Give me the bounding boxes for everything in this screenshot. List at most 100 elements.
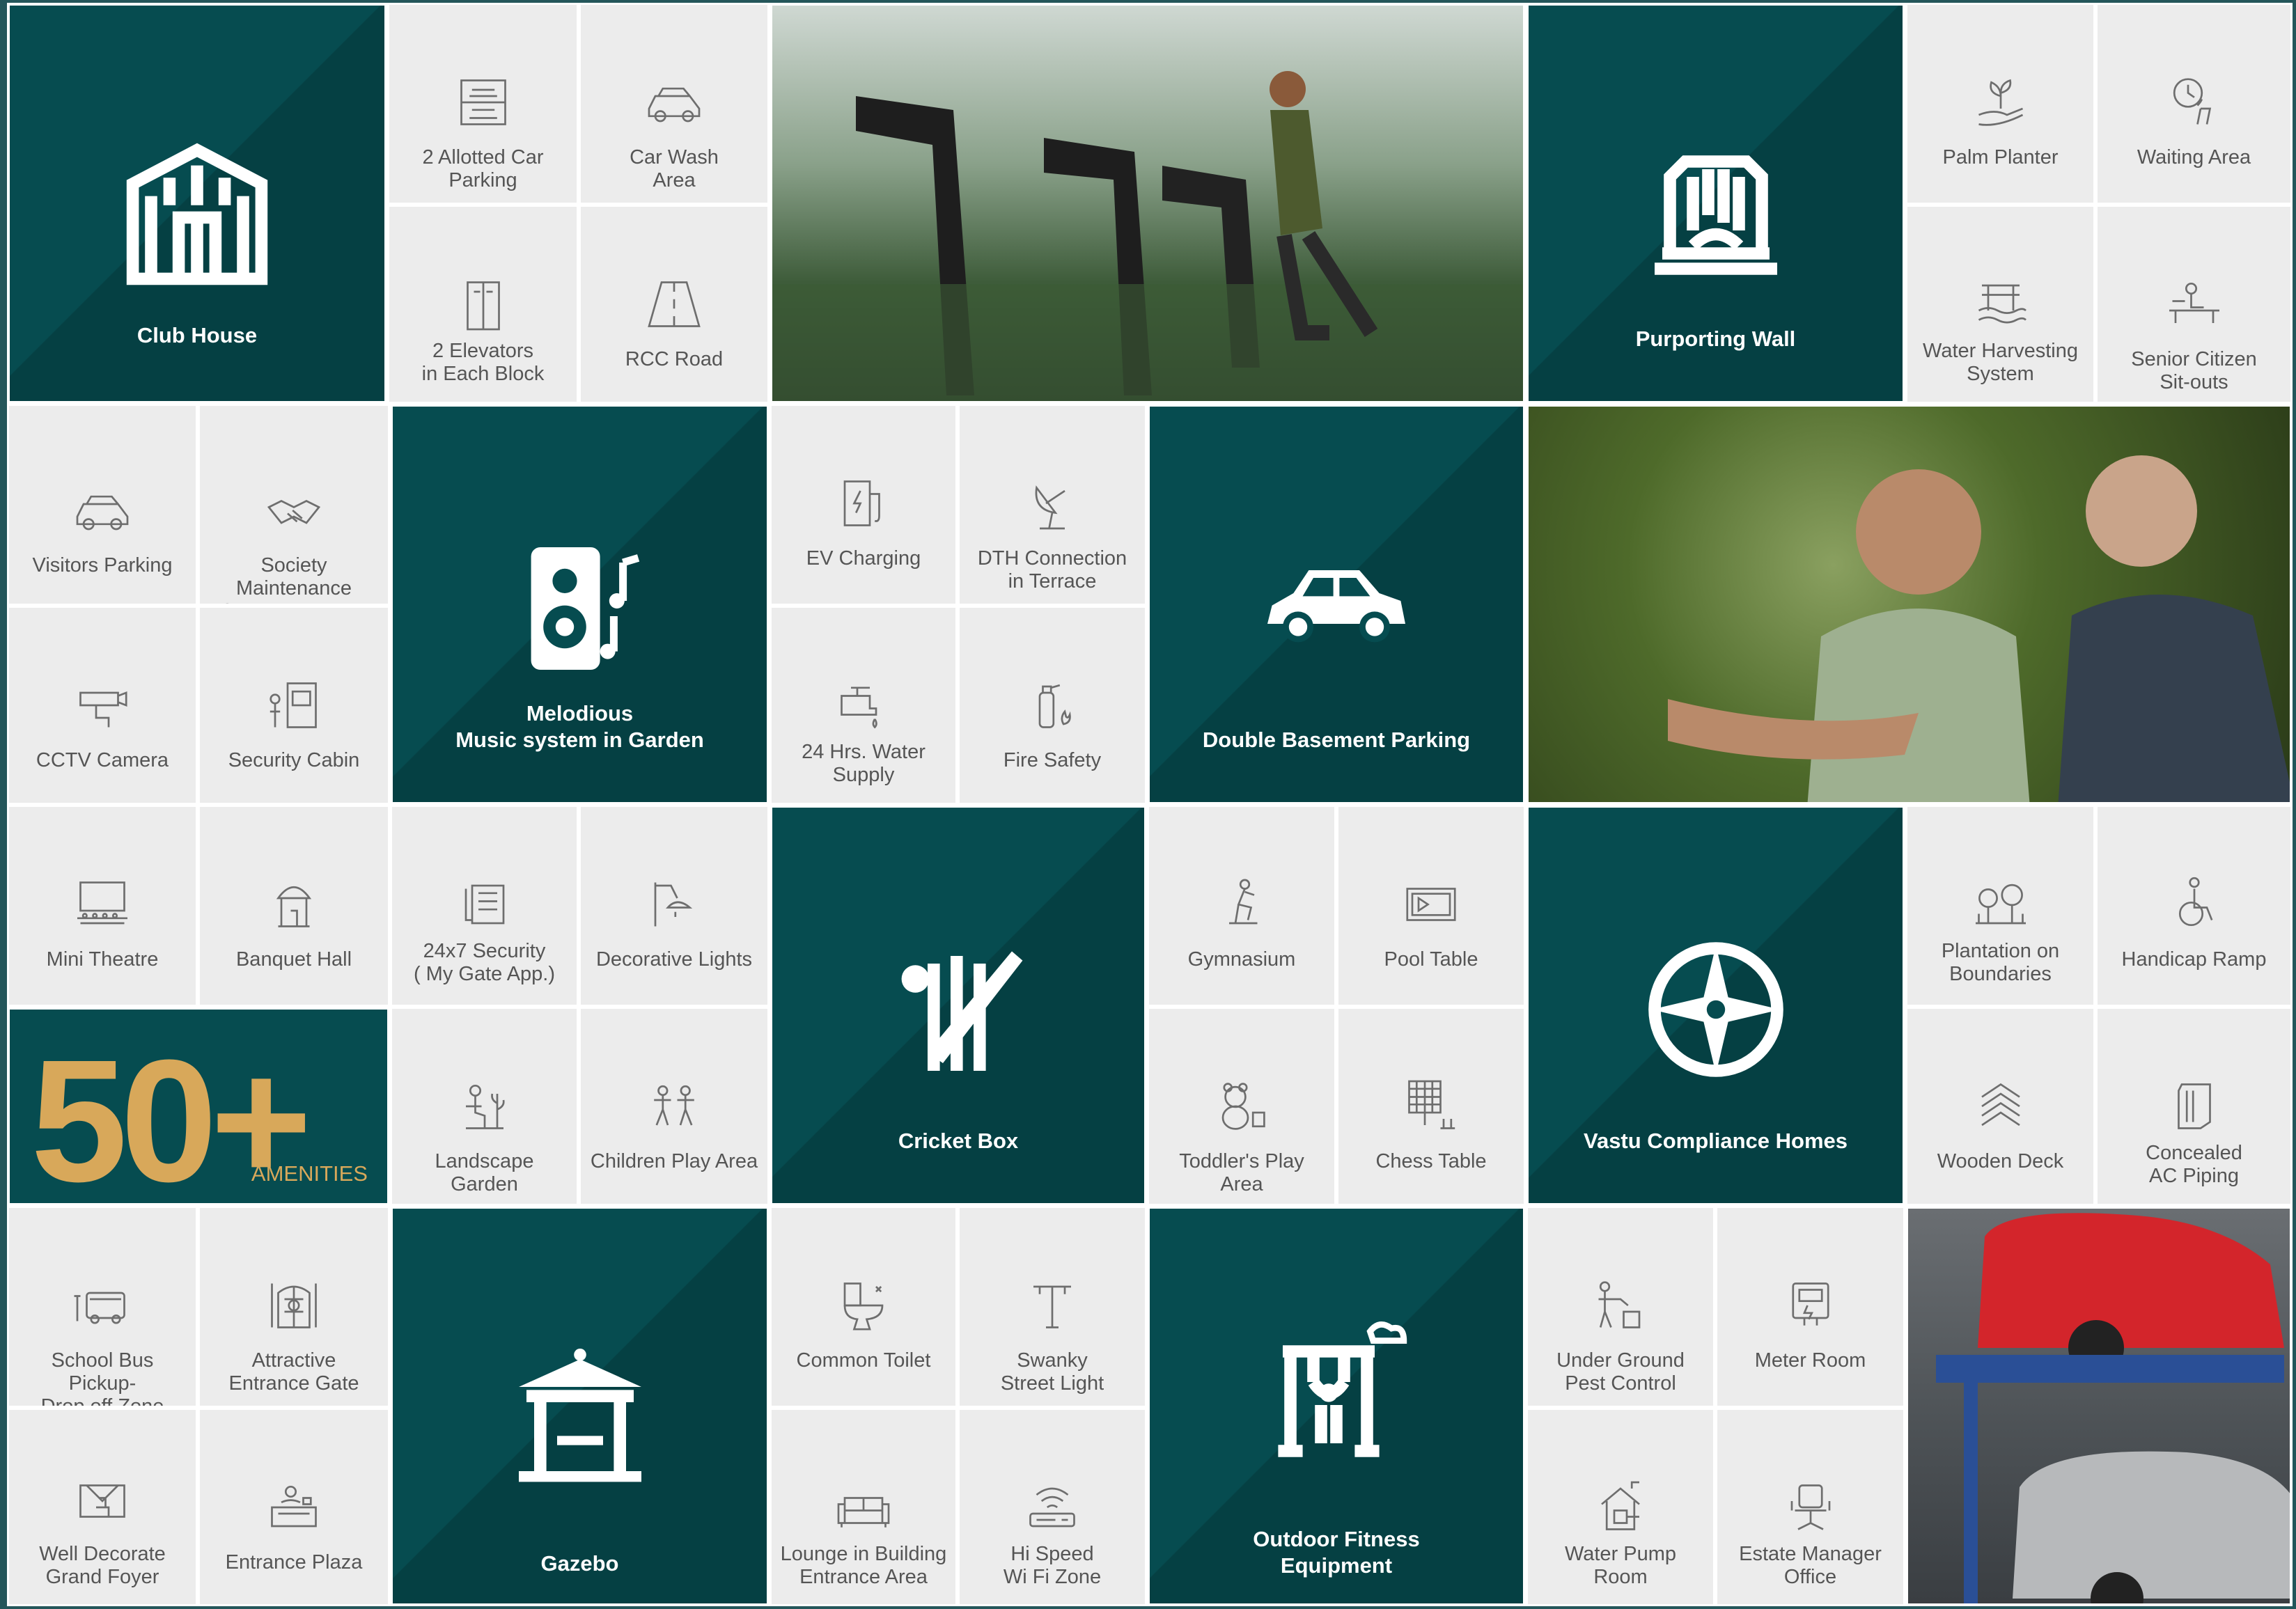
tile-label: Children Play Area xyxy=(590,1150,758,1172)
tile-label: DTH Connection in Terrace xyxy=(977,547,1127,592)
tile-entrance-plaza: Entrance Plaza xyxy=(198,1408,390,1606)
tile-pest-control: Under Ground Pest Control xyxy=(1526,1206,1715,1408)
tile-label: Wooden Deck xyxy=(1937,1150,2064,1172)
water-tap-icon xyxy=(841,686,877,729)
gate-icon xyxy=(271,1283,317,1328)
tile-label: Fire Safety xyxy=(1003,749,1102,771)
tile-fire-safety: Fire Safety xyxy=(958,606,1147,805)
club-house-icon xyxy=(126,143,268,285)
tile-label: Senior Citizen Sit-outs xyxy=(2131,348,2257,393)
meter-icon xyxy=(1791,1282,1829,1326)
tile-landscape-garden: Landscape Garden xyxy=(390,1007,579,1206)
tile-gymnasium: Gymnasium xyxy=(1147,805,1336,1007)
tile-label: Outdoor Fitness Equipment xyxy=(1253,1527,1420,1578)
tile-label: Plantation on Boundaries xyxy=(1941,940,2060,985)
intercom-phone-icon xyxy=(464,884,504,925)
tile-elevators: 2 Elevators in Each Block xyxy=(387,205,579,404)
tile-label: Banquet Hall xyxy=(235,948,352,971)
theatre-screen-icon xyxy=(77,881,127,925)
tile-label: Purporting Wall xyxy=(1635,327,1796,351)
tile-label: 2 Allotted Car Parking xyxy=(422,146,544,191)
sofa-icon xyxy=(837,1497,890,1528)
car-icon xyxy=(76,495,129,531)
treadmill-photo xyxy=(770,3,1526,404)
tile-outdoor-fitness: Outdoor Fitness Equipment xyxy=(1147,1206,1526,1606)
wall-fountain-icon xyxy=(1654,155,1777,275)
tile-label: Cricket Box xyxy=(898,1129,1019,1153)
tile-label: Estate Manager Office xyxy=(1739,1543,1882,1588)
hand-plant-icon xyxy=(1978,79,2023,126)
tile-double-basement: Double Basement Parking xyxy=(1147,404,1526,805)
gazebo-icon xyxy=(518,1349,641,1482)
tile-security-24x7: 24x7 Security ( My Gate App.) xyxy=(390,805,579,1007)
pest-spray-icon xyxy=(1598,1281,1641,1328)
tile-melodious-music: Melodious Music system in Garden xyxy=(390,404,770,805)
ac-piping-icon xyxy=(2177,1083,2211,1129)
tile-rcc-road: RCC Road xyxy=(579,205,770,404)
tile-label: RCC Road xyxy=(625,348,724,370)
tile-label: School Bus Pickup- Drop off Zone xyxy=(40,1349,164,1408)
lamp-icon xyxy=(654,882,693,927)
tile-label: Meter Room xyxy=(1754,1349,1866,1372)
tile-grand-foyer: Well Decorate Grand Foyer xyxy=(7,1408,198,1606)
foyer-frame-icon xyxy=(79,1484,125,1518)
tile-label: Well Decorate Grand Foyer xyxy=(39,1543,166,1588)
tile-club-house: Club House xyxy=(7,3,387,404)
tile-label: Handicap Ramp xyxy=(2121,948,2267,971)
reception-desk-icon xyxy=(271,1485,317,1528)
banquet-hall-icon xyxy=(276,886,312,927)
tile-toddlers-play: Toddler's Play Area xyxy=(1147,1007,1336,1206)
tile-label: Chess Table xyxy=(1375,1150,1487,1172)
office-chair-icon xyxy=(1790,1484,1830,1530)
car-lift-illustration xyxy=(1936,1213,2290,1603)
tile-label: Melodious Music system in Garden xyxy=(455,701,704,752)
tile-purporting-wall: Purporting Wall xyxy=(1526,3,1905,404)
tile-label: Hi Speed Wi Fi Zone xyxy=(1003,1543,1102,1588)
tile-chess-table: Chess Table xyxy=(1336,1007,1526,1206)
tile-plantation: Plantation on Boundaries xyxy=(1905,805,2095,1007)
cctv-icon xyxy=(79,691,127,728)
tile-ev-charging: EV Charging xyxy=(770,404,958,606)
tile-palm-planter: Palm Planter xyxy=(1905,3,2095,205)
tile-label: Waiting Area xyxy=(2137,146,2251,168)
street-light-icon xyxy=(1033,1285,1071,1328)
stacked-parking-icon xyxy=(460,79,506,125)
security-cabin-icon xyxy=(270,682,317,728)
tile-label: Water Pump Room xyxy=(1564,1543,1677,1588)
trees-fence-icon xyxy=(1975,884,2026,925)
tile-label: Palm Planter xyxy=(1942,146,2059,168)
gardener-icon xyxy=(465,1084,505,1129)
tile-waiting-area: Waiting Area xyxy=(2095,3,2293,205)
tile-cricket-box: Cricket Box xyxy=(770,805,1147,1206)
ev-charger-icon xyxy=(843,480,880,526)
satellite-dish-icon xyxy=(1035,485,1065,530)
speaker-music-icon xyxy=(531,547,639,670)
car-parking-photo xyxy=(1905,1206,2293,1606)
tile-mini-theatre: Mini Theatre xyxy=(7,805,198,1007)
cricket-bat-icon xyxy=(901,951,1023,1071)
tile-label: Visitors Parking xyxy=(32,554,173,576)
kids-playing-icon xyxy=(654,1085,694,1126)
tile-school-bus: School Bus Pickup- Drop off Zone xyxy=(7,1206,198,1408)
tile-decorative-lights: Decorative Lights xyxy=(579,805,770,1007)
seniors-photo xyxy=(1526,404,2293,805)
wooden-deck-icon xyxy=(1981,1083,2020,1127)
tile-label: Water Harvesting System xyxy=(1923,340,2078,385)
tile-allotted-parking: 2 Allotted Car Parking xyxy=(387,3,579,205)
tile-estate-manager: Estate Manager Office xyxy=(1715,1408,1905,1606)
tile-concealed-ac: Concealed AC Piping xyxy=(2095,1007,2293,1206)
tile-water-supply: 24 Hrs. Water Supply xyxy=(770,606,958,805)
tile-lounge: Lounge in Building Entrance Area xyxy=(770,1408,958,1606)
tile-label: Car Wash Area xyxy=(630,146,719,191)
tile-label: Lounge in Building Entrance Area xyxy=(780,1543,947,1588)
tile-label: Decorative Lights xyxy=(595,948,753,971)
treadmill-illustration xyxy=(772,71,1523,401)
tile-label: EV Charging xyxy=(806,547,921,570)
amenities-caption: AMENITIES xyxy=(251,1161,368,1186)
tile-society-maintenance: Society Maintenance Contract Agency xyxy=(198,404,390,606)
car-icon xyxy=(648,87,701,123)
elevator-icon xyxy=(466,281,500,331)
tile-label: Gazebo xyxy=(540,1551,619,1576)
fire-extinguisher-icon xyxy=(1038,684,1071,728)
tile-label: Swanky Street Light xyxy=(1000,1349,1104,1395)
